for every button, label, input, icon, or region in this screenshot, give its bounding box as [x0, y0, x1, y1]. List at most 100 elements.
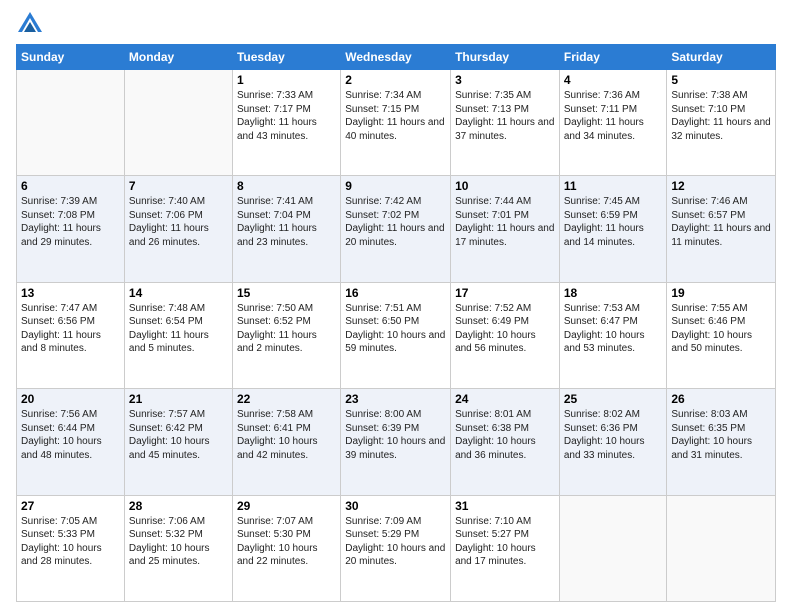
weekday-header-tuesday: Tuesday [232, 45, 340, 70]
calendar-cell: 19Sunrise: 7:55 AM Sunset: 6:46 PM Dayli… [667, 282, 776, 388]
calendar-cell [667, 495, 776, 601]
calendar-week-4: 20 Sunrise: 7:56 AM Sunset: 6:44 PM Dayli… [17, 389, 776, 495]
day-number: 17 [455, 286, 555, 300]
calendar-week-3: 13 Sunrise: 7:47 AM Sunset: 6:56 PM Dayli… [17, 282, 776, 388]
weekday-header-wednesday: Wednesday [341, 45, 451, 70]
calendar-cell: 2 Sunrise: 7:34 AM Sunset: 7:15 PM Daylig… [341, 70, 451, 176]
day-number: 22 [237, 392, 336, 406]
page: SundayMondayTuesdayWednesdayThursdayFrid… [0, 0, 792, 612]
calendar-table: SundayMondayTuesdayWednesdayThursdayFrid… [16, 44, 776, 602]
day-info: Sunrise: 7:07 AM Sunset: 5:30 PM Dayligh… [237, 515, 336, 569]
day-number: 24 [455, 392, 555, 406]
calendar-cell [559, 495, 667, 601]
calendar-cell [17, 70, 125, 176]
day-info: Sunrise: 7:05 AM Sunset: 5:33 PM Dayligh… [21, 515, 120, 569]
day-info: Sunrise: 7:35 AM Sunset: 7:13 PM Dayligh… [455, 89, 555, 143]
day-info: Sunrise: 7:10 AM Sunset: 5:27 PM Dayligh… [455, 515, 555, 569]
day-info: Sunrise: 7:09 AM Sunset: 5:29 PM Dayligh… [345, 515, 446, 569]
calendar-cell: 5 Sunrise: 7:38 AM Sunset: 7:10 PM Daylig… [667, 70, 776, 176]
calendar-cell: 6 Sunrise: 7:39 AM Sunset: 7:08 PM Daylig… [17, 176, 125, 282]
day-info: Sunrise: 7:38 AM Sunset: 7:10 PM Dayligh… [671, 89, 771, 143]
day-number: 15 [237, 286, 336, 300]
calendar-cell: 11Sunrise: 7:45 AM Sunset: 6:59 PM Dayli… [559, 176, 667, 282]
calendar-cell: 16 Sunrise: 7:51 AM Sunset: 6:50 PM Dayli… [341, 282, 451, 388]
day-info: Sunrise: 7:41 AM Sunset: 7:04 PM Dayligh… [237, 195, 336, 249]
weekday-header-thursday: Thursday [451, 45, 560, 70]
calendar-cell: 25 Sunrise: 8:02 AM Sunset: 6:36 PM Dayli… [559, 389, 667, 495]
day-info: Sunrise: 7:57 AM Sunset: 6:42 PM Dayligh… [129, 408, 228, 462]
calendar-cell: 18 Sunrise: 7:53 AM Sunset: 6:47 PM Dayli… [559, 282, 667, 388]
weekday-header-monday: Monday [124, 45, 232, 70]
weekday-header-sunday: Sunday [17, 45, 125, 70]
calendar-cell: 1 Sunrise: 7:33 AM Sunset: 7:17 PM Daylig… [232, 70, 340, 176]
day-number: 20 [21, 392, 120, 406]
day-info: Sunrise: 7:45 AM Sunset: 6:59 PM Dayligh… [564, 195, 663, 249]
calendar-cell: 17 Sunrise: 7:52 AM Sunset: 6:49 PM Dayli… [451, 282, 560, 388]
calendar-cell: 10Sunrise: 7:44 AM Sunset: 7:01 PM Dayli… [451, 176, 560, 282]
day-number: 18 [564, 286, 663, 300]
day-info: Sunrise: 7:34 AM Sunset: 7:15 PM Dayligh… [345, 89, 446, 143]
day-info: Sunrise: 7:44 AM Sunset: 7:01 PM Dayligh… [455, 195, 555, 249]
weekday-header-saturday: Saturday [667, 45, 776, 70]
day-number: 8 [237, 179, 336, 193]
day-info: Sunrise: 8:01 AM Sunset: 6:38 PM Dayligh… [455, 408, 555, 462]
calendar-cell: 4 Sunrise: 7:36 AM Sunset: 7:11 PM Daylig… [559, 70, 667, 176]
day-info: Sunrise: 7:39 AM Sunset: 7:08 PM Dayligh… [21, 195, 120, 249]
calendar-cell: 27 Sunrise: 7:05 AM Sunset: 5:33 PM Dayli… [17, 495, 125, 601]
day-number: 31 [455, 499, 555, 513]
day-info: Sunrise: 7:52 AM Sunset: 6:49 PM Dayligh… [455, 302, 555, 356]
day-info: Sunrise: 7:50 AM Sunset: 6:52 PM Dayligh… [237, 302, 336, 356]
day-number: 1 [237, 73, 336, 87]
calendar-cell: 21 Sunrise: 7:57 AM Sunset: 6:42 PM Dayli… [124, 389, 232, 495]
day-number: 21 [129, 392, 228, 406]
day-info: Sunrise: 7:06 AM Sunset: 5:32 PM Dayligh… [129, 515, 228, 569]
day-info: Sunrise: 7:51 AM Sunset: 6:50 PM Dayligh… [345, 302, 446, 356]
day-number: 26 [671, 392, 771, 406]
calendar-week-2: 6 Sunrise: 7:39 AM Sunset: 7:08 PM Daylig… [17, 176, 776, 282]
calendar-cell: 8 Sunrise: 7:41 AM Sunset: 7:04 PM Daylig… [232, 176, 340, 282]
calendar-cell: 30 Sunrise: 7:09 AM Sunset: 5:29 PM Dayli… [341, 495, 451, 601]
calendar-cell: 22 Sunrise: 7:58 AM Sunset: 6:41 PM Dayli… [232, 389, 340, 495]
header [16, 10, 776, 38]
day-info: Sunrise: 7:58 AM Sunset: 6:41 PM Dayligh… [237, 408, 336, 462]
day-info: Sunrise: 7:42 AM Sunset: 7:02 PM Dayligh… [345, 195, 446, 249]
calendar-cell: 29Sunrise: 7:07 AM Sunset: 5:30 PM Dayli… [232, 495, 340, 601]
day-info: Sunrise: 7:47 AM Sunset: 6:56 PM Dayligh… [21, 302, 120, 356]
day-number: 4 [564, 73, 663, 87]
day-number: 19 [671, 286, 771, 300]
day-number: 13 [21, 286, 120, 300]
day-info: Sunrise: 8:00 AM Sunset: 6:39 PM Dayligh… [345, 408, 446, 462]
calendar-cell: 31 Sunrise: 7:10 AM Sunset: 5:27 PM Dayli… [451, 495, 560, 601]
logo [16, 10, 48, 38]
day-number: 9 [345, 179, 446, 193]
logo-icon [16, 10, 44, 38]
calendar-cell: 9 Sunrise: 7:42 AM Sunset: 7:02 PM Daylig… [341, 176, 451, 282]
day-info: Sunrise: 7:56 AM Sunset: 6:44 PM Dayligh… [21, 408, 120, 462]
calendar-cell: 26 Sunrise: 8:03 AM Sunset: 6:35 PM Dayli… [667, 389, 776, 495]
calendar-cell: 7Sunrise: 7:40 AM Sunset: 7:06 PM Daylig… [124, 176, 232, 282]
calendar-cell: 24 Sunrise: 8:01 AM Sunset: 6:38 PM Dayli… [451, 389, 560, 495]
day-number: 14 [129, 286, 228, 300]
day-info: Sunrise: 7:36 AM Sunset: 7:11 PM Dayligh… [564, 89, 663, 143]
calendar-cell: 20 Sunrise: 7:56 AM Sunset: 6:44 PM Dayli… [17, 389, 125, 495]
day-info: Sunrise: 7:48 AM Sunset: 6:54 PM Dayligh… [129, 302, 228, 356]
day-number: 6 [21, 179, 120, 193]
day-info: Sunrise: 7:33 AM Sunset: 7:17 PM Dayligh… [237, 89, 336, 143]
weekday-header-friday: Friday [559, 45, 667, 70]
calendar-cell: 12Sunrise: 7:46 AM Sunset: 6:57 PM Dayli… [667, 176, 776, 282]
day-number: 25 [564, 392, 663, 406]
calendar-cell: 13 Sunrise: 7:47 AM Sunset: 6:56 PM Dayli… [17, 282, 125, 388]
day-info: Sunrise: 8:02 AM Sunset: 6:36 PM Dayligh… [564, 408, 663, 462]
day-info: Sunrise: 7:53 AM Sunset: 6:47 PM Dayligh… [564, 302, 663, 356]
calendar-cell [124, 70, 232, 176]
day-number: 5 [671, 73, 771, 87]
calendar-header-row: SundayMondayTuesdayWednesdayThursdayFrid… [17, 45, 776, 70]
day-number: 27 [21, 499, 120, 513]
day-number: 30 [345, 499, 446, 513]
day-number: 16 [345, 286, 446, 300]
day-number: 23 [345, 392, 446, 406]
day-info: Sunrise: 7:40 AM Sunset: 7:06 PM Dayligh… [129, 195, 228, 249]
day-number: 2 [345, 73, 446, 87]
calendar-cell: 23 Sunrise: 8:00 AM Sunset: 6:39 PM Dayli… [341, 389, 451, 495]
day-info: Sunrise: 8:03 AM Sunset: 6:35 PM Dayligh… [671, 408, 771, 462]
